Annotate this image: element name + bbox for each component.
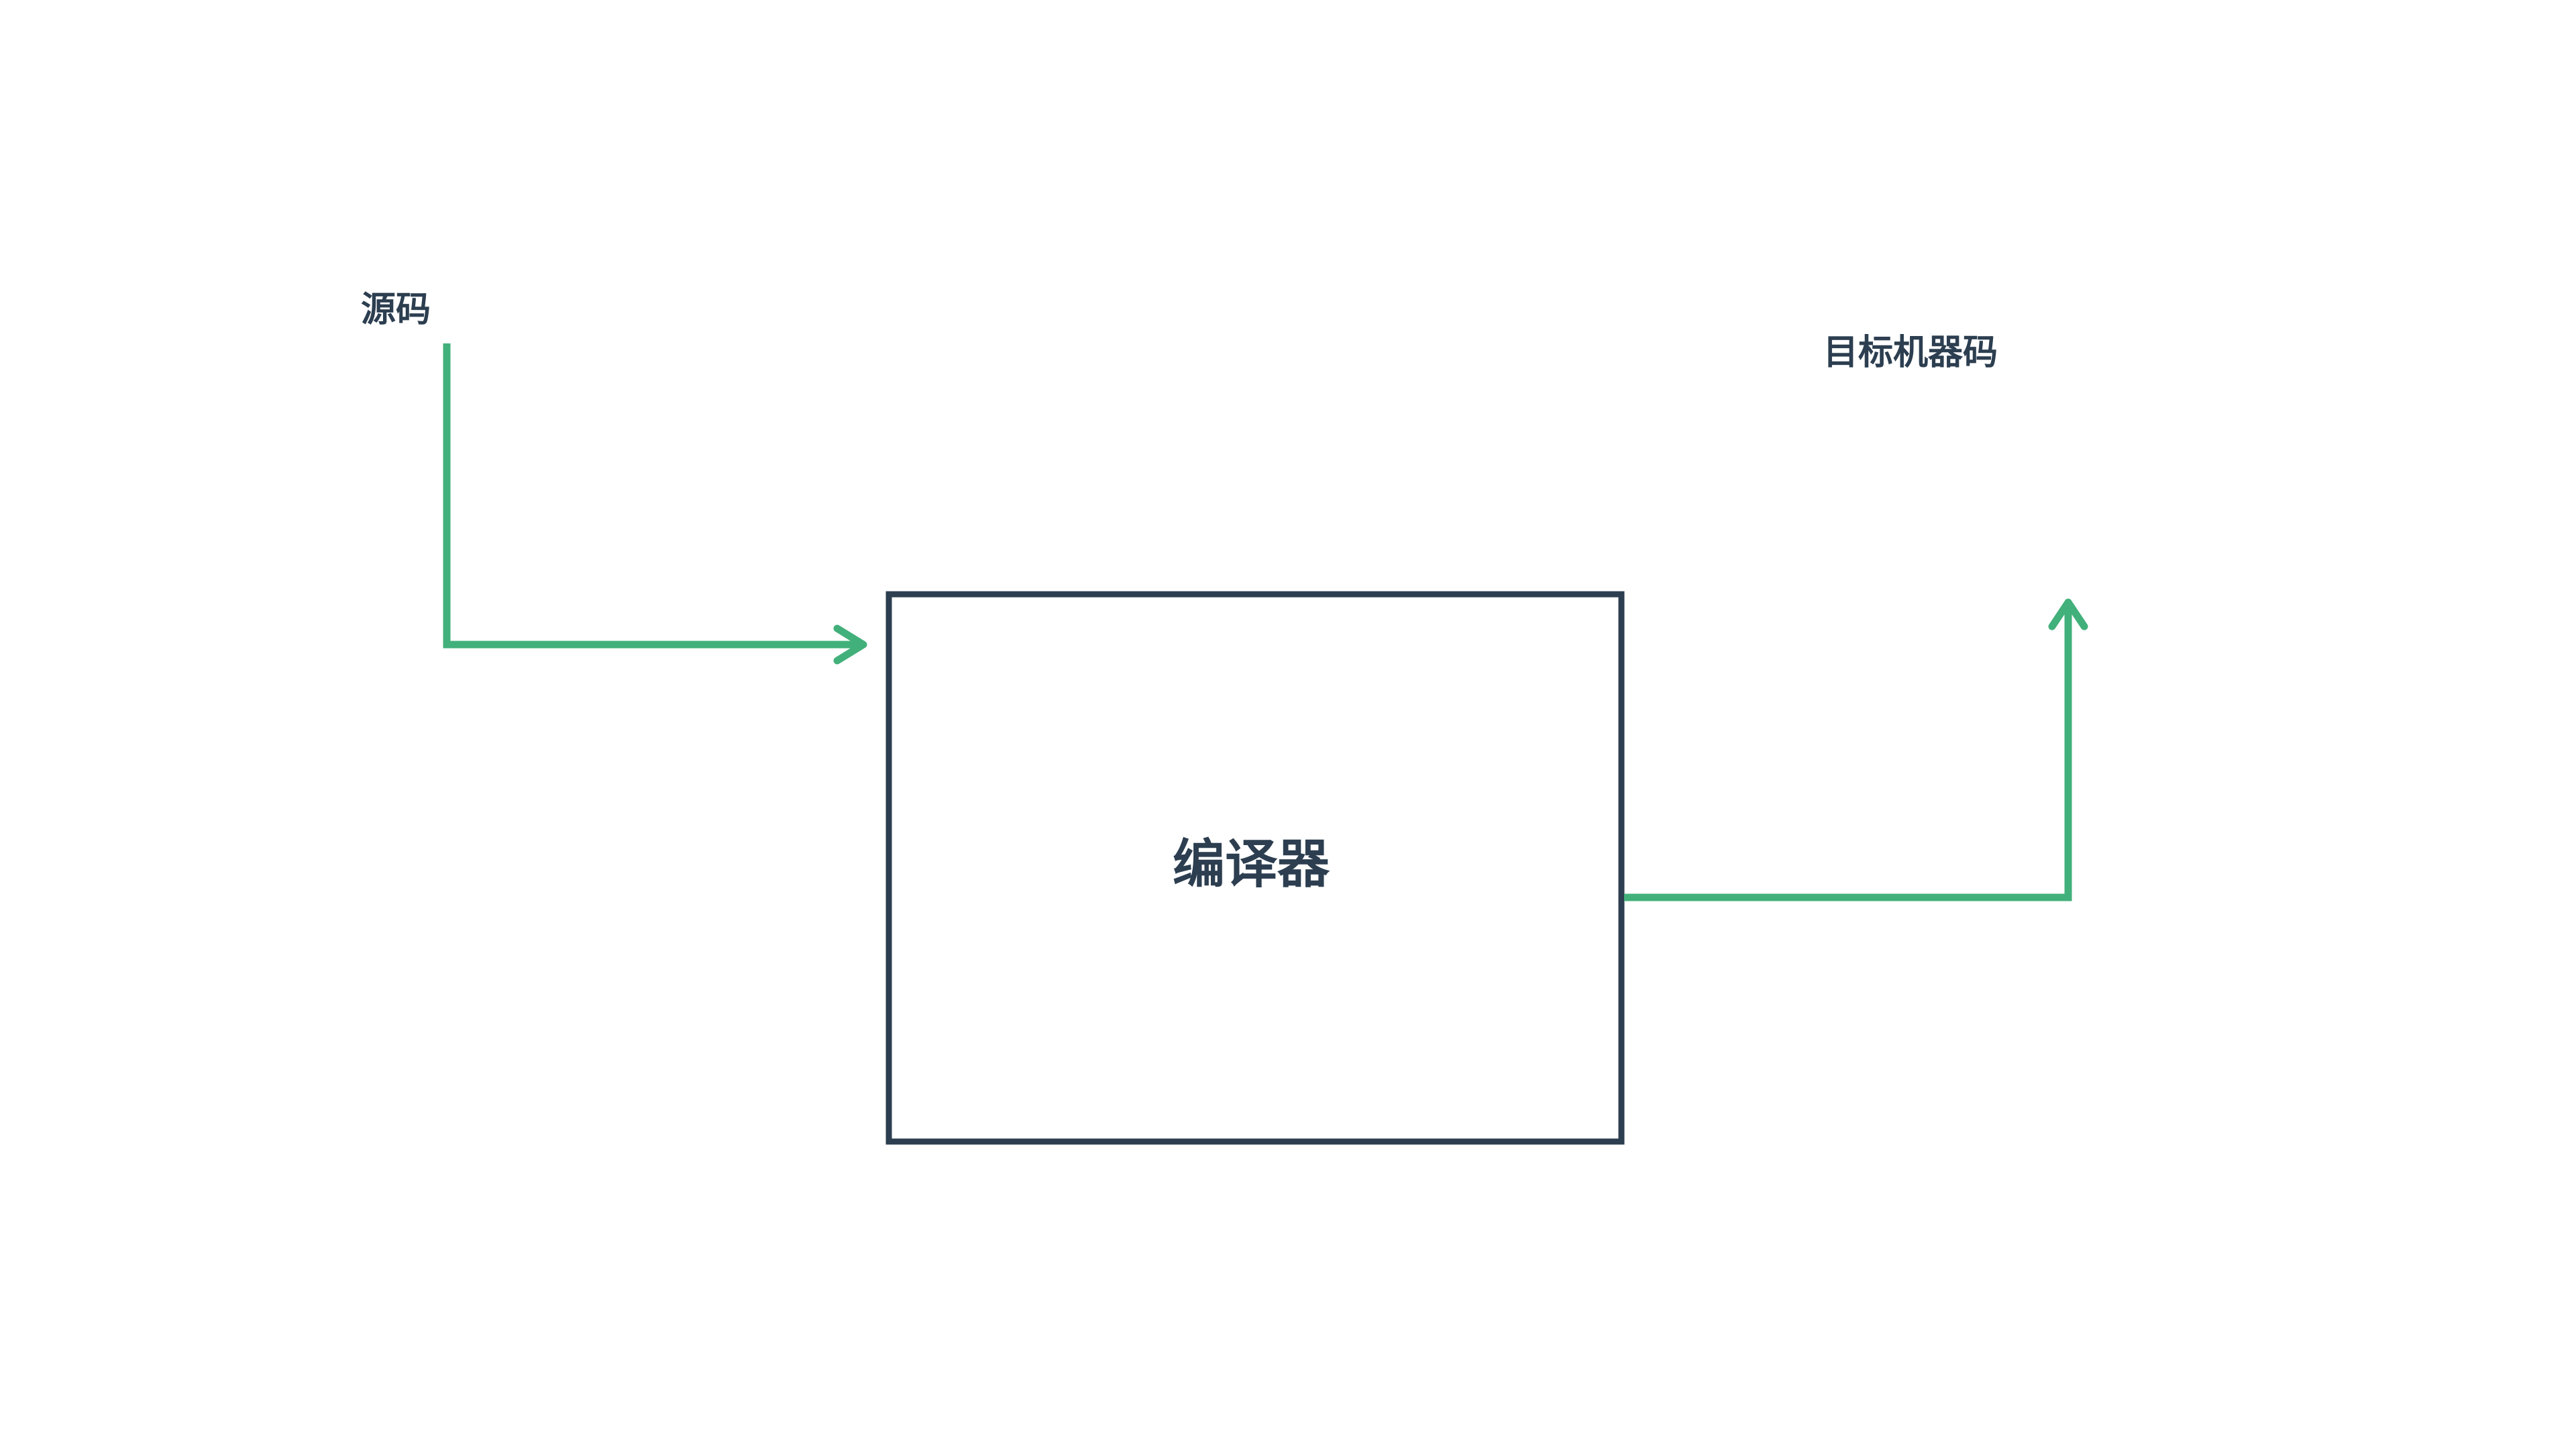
diagram-canvas [443,343,2088,1145]
compilation-diagram: 源码 编译器 目标机器码 [0,0,2576,1436]
compiler-label: 编译器 [1173,834,1330,895]
target-machine-code-label: 目标机器码 [1823,333,1998,373]
source-code-label: 源码 [361,290,431,330]
compiler-to-target-arrow [1624,608,2072,901]
source-to-compiler-arrow [443,343,860,649]
